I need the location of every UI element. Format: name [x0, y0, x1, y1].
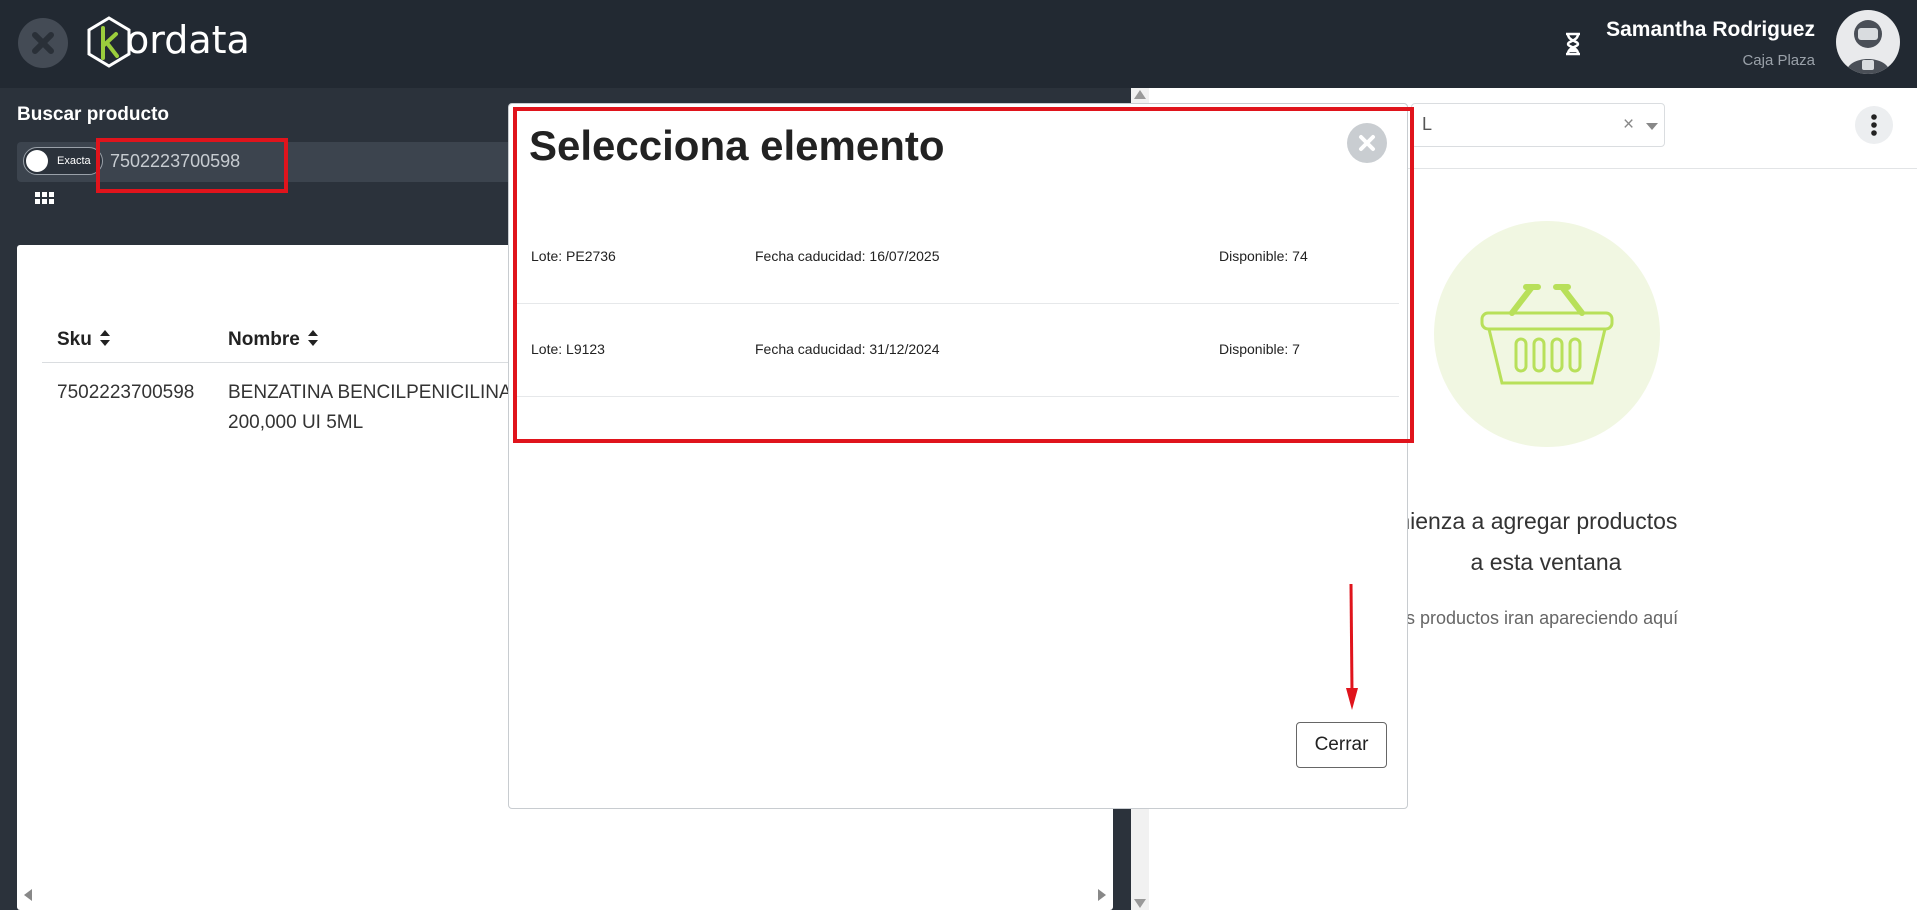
basket-illustration: [1434, 221, 1660, 447]
cell-sku[interactable]: 7502223700598: [57, 378, 194, 408]
cell-name-line1[interactable]: BENZATINA BENCILPENICILINA: [228, 378, 512, 408]
close-app-button[interactable]: [18, 18, 68, 68]
user-name[interactable]: Samantha Rodriguez: [1606, 18, 1815, 42]
basket-icon: [1480, 284, 1614, 385]
search-highlight-box: [96, 138, 288, 193]
scroll-up-icon[interactable]: [1134, 90, 1146, 100]
top-bar: ordata Samantha Rodriguez Caja Plaza: [0, 0, 1917, 88]
client-select[interactable]: × L: [1411, 103, 1665, 147]
toggle-label: Exacta: [57, 155, 91, 167]
scroll-right-icon[interactable]: [1097, 888, 1107, 906]
exact-toggle[interactable]: Exacta: [23, 147, 103, 175]
close-icon: [32, 32, 54, 54]
search-label: Buscar producto: [17, 104, 170, 125]
avatar[interactable]: [1836, 10, 1900, 74]
vertical-dots-icon: [1871, 114, 1877, 136]
column-header-nombre[interactable]: Nombre: [228, 329, 319, 351]
kordata-logo: ordata: [86, 14, 250, 74]
sort-icon: [308, 330, 319, 346]
chevron-down-icon[interactable]: [1646, 123, 1658, 131]
toggle-knob: [26, 150, 48, 172]
clear-icon[interactable]: ×: [1623, 114, 1634, 136]
empty-state-title-line1: mienza a agregar productos: [1391, 508, 1678, 534]
arrow-annotation-icon: [1340, 582, 1364, 717]
column-header-sku[interactable]: Sku: [57, 329, 111, 351]
scroll-left-icon[interactable]: [23, 888, 33, 906]
more-options-button[interactable]: [1855, 106, 1893, 144]
sort-icon: [100, 330, 111, 346]
cell-name-line2[interactable]: 200,000 UI 5ML: [228, 408, 363, 438]
modal-highlight-box: [513, 107, 1414, 443]
cerrar-button[interactable]: Cerrar: [1296, 722, 1387, 768]
hourglass-icon[interactable]: [1564, 32, 1582, 61]
grid-view-icon[interactable]: [35, 192, 55, 211]
logo-text: ordata: [126, 18, 250, 62]
user-avatar-icon: [1846, 20, 1890, 74]
empty-state-subtitle: s productos iran apareciendo aquí: [1406, 608, 1679, 628]
scroll-down-icon[interactable]: [1134, 898, 1146, 908]
user-store: Caja Plaza: [1742, 52, 1815, 69]
select-value: L: [1422, 114, 1433, 134]
